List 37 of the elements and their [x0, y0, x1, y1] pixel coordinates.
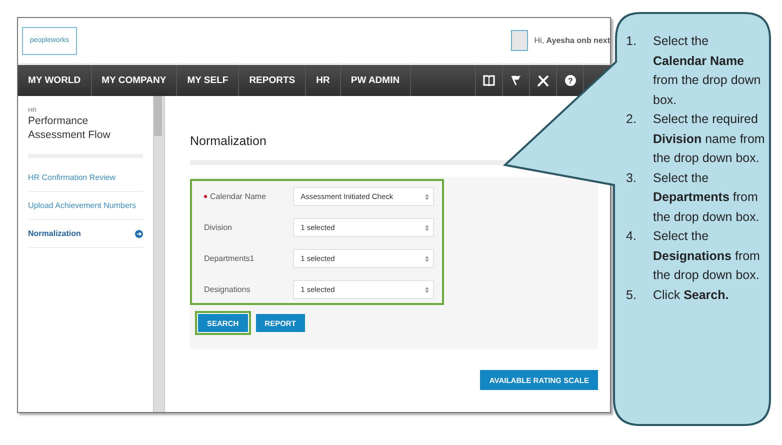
sort-arrows-icon: [425, 286, 429, 292]
step-number: 4.: [626, 228, 638, 245]
book-icon[interactable]: [483, 75, 495, 86]
required-dot: [204, 195, 207, 198]
nav-item[interactable]: PW ADMIN: [340, 65, 411, 96]
step-text: Click Search.: [653, 286, 730, 304]
field-label: Division: [204, 223, 232, 232]
user-greeting: Hi, Ayesha onb next: [534, 36, 610, 45]
field-label: Designations: [204, 285, 250, 294]
nav-item[interactable]: REPORTS: [239, 65, 306, 96]
step-number: 1.: [626, 33, 638, 50]
sort-arrows-icon: [425, 194, 429, 200]
step-number: 5.: [626, 286, 638, 304]
arrow-circle-icon: [135, 230, 143, 238]
field-label: Departments1: [204, 254, 254, 263]
step-text: Select the required Division name from the drop down box.: [653, 111, 765, 167]
nav-item[interactable]: MY WORLD: [18, 65, 92, 96]
nav-item[interactable]: HR: [306, 65, 341, 96]
nav-item[interactable]: MY SELF: [177, 65, 240, 96]
sidebar-title: Performance Assessment Flow: [28, 114, 112, 142]
step-text: Select the Designations from the drop down box.: [653, 228, 761, 284]
sidebar-item[interactable]: HR Confirmation Review: [28, 164, 143, 192]
sidebar-item[interactable]: Upload Achievement Numbers: [28, 192, 143, 220]
field-label: Calendar Name: [210, 192, 266, 201]
scrollbar-thumb[interactable]: [154, 96, 162, 136]
tools-icon[interactable]: [537, 74, 549, 86]
sidebar-item[interactable]: Normalization: [28, 220, 143, 248]
step-text: Select the Departments from the drop down box.: [653, 170, 760, 226]
page-title: Normalization: [190, 134, 268, 148]
sort-arrows-icon: [425, 224, 429, 230]
step-text: Select the Calendar Name from the drop down box.: [653, 33, 762, 108]
step-number: 2.: [626, 111, 638, 128]
avatar-icon: [511, 30, 528, 51]
sort-arrows-icon: [425, 256, 429, 262]
help-icon[interactable]: ?: [564, 75, 576, 86]
flag-icon[interactable]: [510, 75, 522, 86]
step-number: 3.: [626, 170, 638, 186]
